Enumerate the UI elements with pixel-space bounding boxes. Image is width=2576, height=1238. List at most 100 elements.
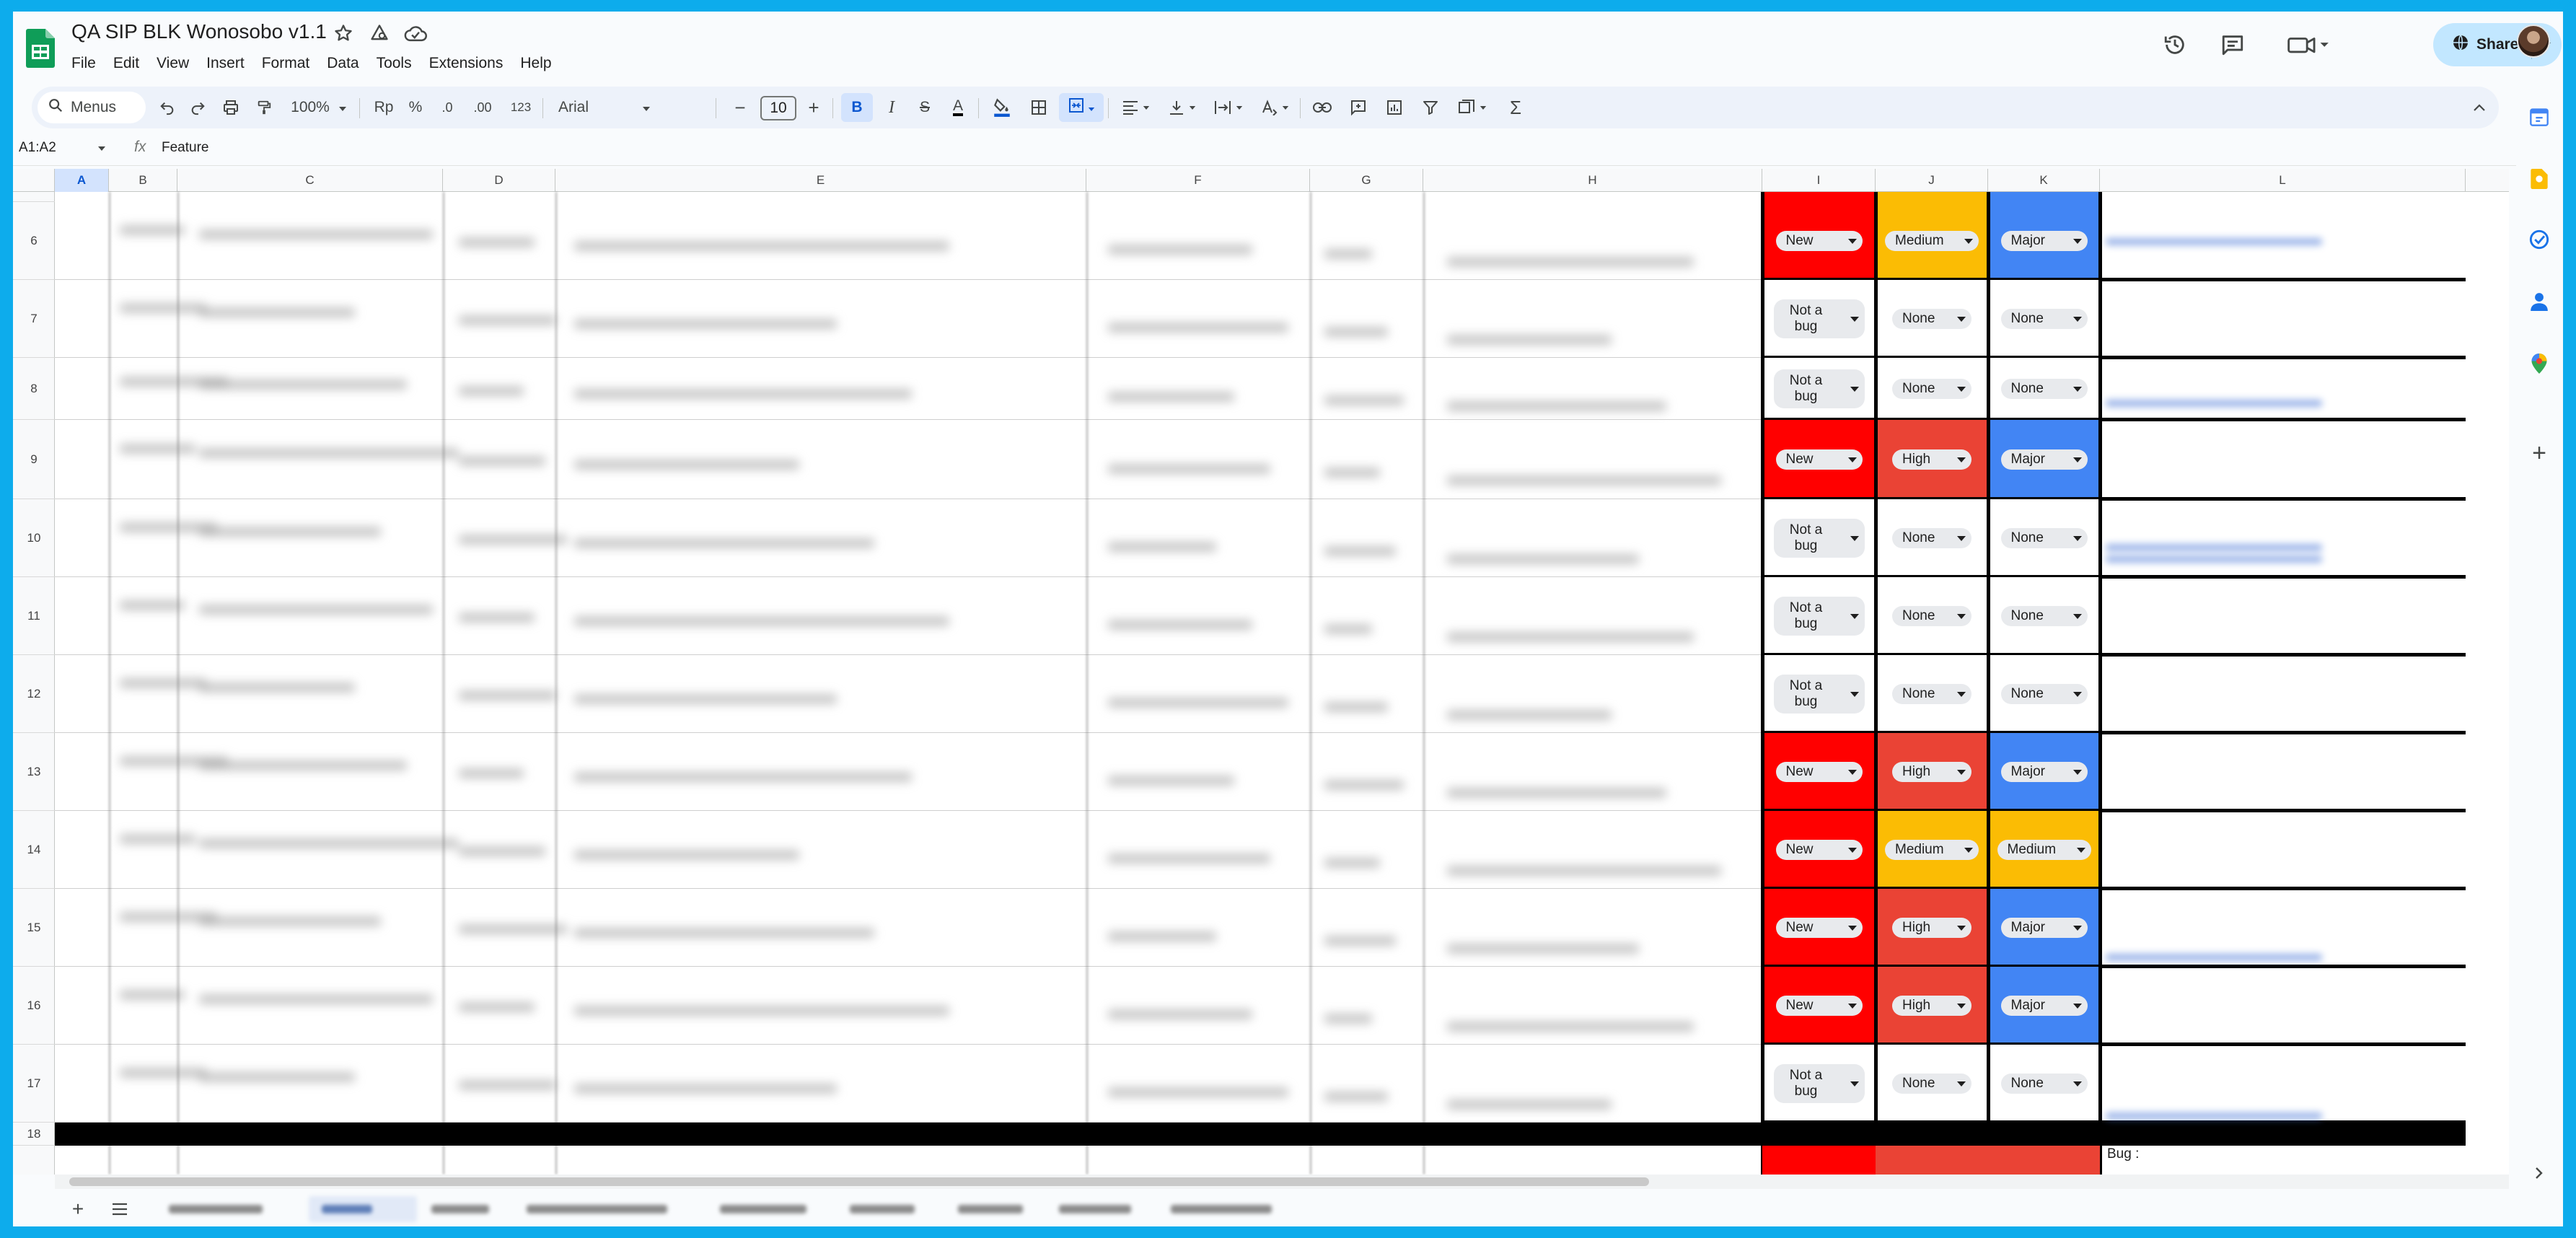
row-header[interactable]: 15 xyxy=(13,889,55,967)
row-header[interactable] xyxy=(13,192,55,202)
menu-file[interactable]: File xyxy=(71,52,105,75)
status-dropdown[interactable]: New xyxy=(1775,449,1863,470)
menu-edit[interactable]: Edit xyxy=(105,52,148,75)
bold-button[interactable]: B xyxy=(841,93,873,122)
priority-dropdown[interactable]: None xyxy=(1892,309,1971,329)
cell-fill[interactable] xyxy=(1988,1146,2100,1175)
comments-icon[interactable] xyxy=(2217,29,2248,61)
cell[interactable]: New xyxy=(1762,420,1876,499)
row-18-band[interactable] xyxy=(55,1123,2466,1146)
avatar[interactable] xyxy=(2517,25,2550,58)
cell[interactable]: Not a bug xyxy=(1762,499,1876,577)
sheet-tab[interactable] xyxy=(850,1196,936,1222)
sheet-tab[interactable] xyxy=(958,1196,1045,1222)
meet-camera-icon[interactable] xyxy=(2280,29,2338,61)
priority-dropdown[interactable]: Medium xyxy=(1885,231,1979,251)
document-title[interactable]: QA SIP BLK Wonosobo v1.1 xyxy=(71,20,327,43)
cell[interactable]: High xyxy=(1876,733,1988,811)
cell[interactable]: New xyxy=(1762,733,1876,811)
row-header[interactable]: 11 xyxy=(13,577,55,655)
calendar-icon[interactable] xyxy=(2526,104,2552,130)
cell-fill[interactable] xyxy=(1876,192,1988,202)
undo-icon[interactable] xyxy=(153,87,182,128)
severity-dropdown[interactable]: Major xyxy=(2000,762,2088,782)
cell[interactable]: Not a bug xyxy=(1762,358,1876,420)
cell[interactable]: New xyxy=(1762,811,1876,889)
format-currency-button[interactable]: Rp xyxy=(368,87,400,128)
text-rotation-icon[interactable] xyxy=(1254,87,1296,128)
strikethrough-button[interactable]: S xyxy=(909,87,941,128)
severity-dropdown[interactable]: Major xyxy=(2000,231,2088,251)
cell[interactable]: Major xyxy=(1988,420,2100,499)
sheet-tab[interactable] xyxy=(720,1196,828,1222)
priority-dropdown[interactable]: High xyxy=(1892,449,1971,470)
cell[interactable]: None xyxy=(1988,1045,2100,1123)
insert-link-icon[interactable] xyxy=(1306,87,1339,128)
obscured-link[interactable] xyxy=(2106,400,2322,407)
format-percent-button[interactable]: % xyxy=(401,87,430,128)
obscured-link[interactable] xyxy=(2106,556,2322,563)
status-dropdown[interactable]: Not a bug xyxy=(1773,675,1865,714)
add-on-plus-icon[interactable]: + xyxy=(2526,439,2552,467)
status-dropdown[interactable]: New xyxy=(1775,996,1863,1016)
row-header[interactable]: 18 xyxy=(13,1123,55,1146)
row-header[interactable]: 13 xyxy=(13,733,55,811)
cell[interactable]: None xyxy=(1988,280,2100,358)
priority-dropdown[interactable]: Medium xyxy=(1885,840,1979,860)
keep-notes-icon[interactable] xyxy=(2526,166,2552,192)
status-dropdown[interactable]: Not a bug xyxy=(1773,1064,1865,1103)
cell[interactable]: Major xyxy=(1988,202,2100,280)
row-header[interactable]: 16 xyxy=(13,967,55,1045)
collapse-toolbar-icon[interactable] xyxy=(2463,87,2496,128)
cell[interactable]: None xyxy=(1876,1045,1988,1123)
merge-cells-button[interactable] xyxy=(1059,93,1104,122)
font-select[interactable]: Arial xyxy=(550,87,658,128)
column-header-f[interactable]: F xyxy=(1086,169,1310,192)
row-header[interactable]: 7 xyxy=(13,280,55,358)
fill-color-icon[interactable] xyxy=(985,87,1019,128)
sheet-tab[interactable] xyxy=(1171,1196,1297,1222)
menu-tools[interactable]: Tools xyxy=(368,52,421,75)
filter-icon[interactable] xyxy=(1414,87,1447,128)
increase-decimal-button[interactable]: .00 xyxy=(465,87,501,128)
horizontal-align-icon[interactable] xyxy=(1115,87,1157,128)
column-header-c[interactable]: C xyxy=(177,169,443,192)
severity-dropdown[interactable]: Major xyxy=(2000,996,2088,1016)
chevron-right-icon[interactable] xyxy=(2526,1160,2552,1186)
sheet-tab[interactable] xyxy=(1059,1196,1153,1222)
insert-comment-icon[interactable] xyxy=(1342,87,1375,128)
column-header-k[interactable]: K xyxy=(1988,169,2100,192)
font-size-increase-button[interactable]: + xyxy=(799,87,828,128)
cell-fill[interactable] xyxy=(1988,192,2100,202)
priority-dropdown[interactable]: None xyxy=(1892,684,1971,704)
status-dropdown[interactable]: New xyxy=(1775,918,1863,938)
cell[interactable]: High xyxy=(1876,967,1988,1045)
severity-dropdown[interactable]: None xyxy=(2000,379,2088,399)
cell[interactable]: Medium xyxy=(1988,811,2100,889)
cell[interactable]: Major xyxy=(1988,889,2100,967)
severity-dropdown[interactable]: None xyxy=(2000,309,2088,329)
cell[interactable]: High xyxy=(1876,420,1988,499)
menu-insert[interactable]: Insert xyxy=(198,52,253,75)
status-dropdown[interactable]: New xyxy=(1775,840,1863,860)
cell[interactable]: None xyxy=(1988,577,2100,655)
cell[interactable]: None xyxy=(1876,577,1988,655)
search-menus[interactable]: Menus xyxy=(38,92,146,123)
cell[interactable]: Medium xyxy=(1876,811,1988,889)
severity-dropdown[interactable]: None xyxy=(2000,1074,2088,1094)
row-header[interactable]: 10 xyxy=(13,499,55,577)
column-header-j[interactable]: J xyxy=(1876,169,1988,192)
column-header-h[interactable]: H xyxy=(1423,169,1762,192)
cell[interactable]: Not a bug xyxy=(1762,1045,1876,1123)
sheet-tab[interactable] xyxy=(527,1196,685,1222)
star-icon[interactable] xyxy=(330,20,356,46)
row-header[interactable]: 14 xyxy=(13,811,55,889)
decrease-decimal-button[interactable]: .0 xyxy=(433,87,462,128)
status-dropdown[interactable]: Not a bug xyxy=(1773,299,1865,338)
cell[interactable]: Medium xyxy=(1876,202,1988,280)
status-dropdown[interactable]: Not a bug xyxy=(1773,369,1865,408)
sheet-tab[interactable] xyxy=(169,1196,284,1222)
cell-area[interactable]: New Medium Major Not a bug None None Not a bug… xyxy=(55,192,2509,1175)
sheet-grid[interactable]: ABCDEFGHIJKL 6 7 8 9 10 11 12 13 14 15 16 17 18 New M… xyxy=(13,169,2509,1175)
obscured-link[interactable] xyxy=(2106,238,2322,245)
